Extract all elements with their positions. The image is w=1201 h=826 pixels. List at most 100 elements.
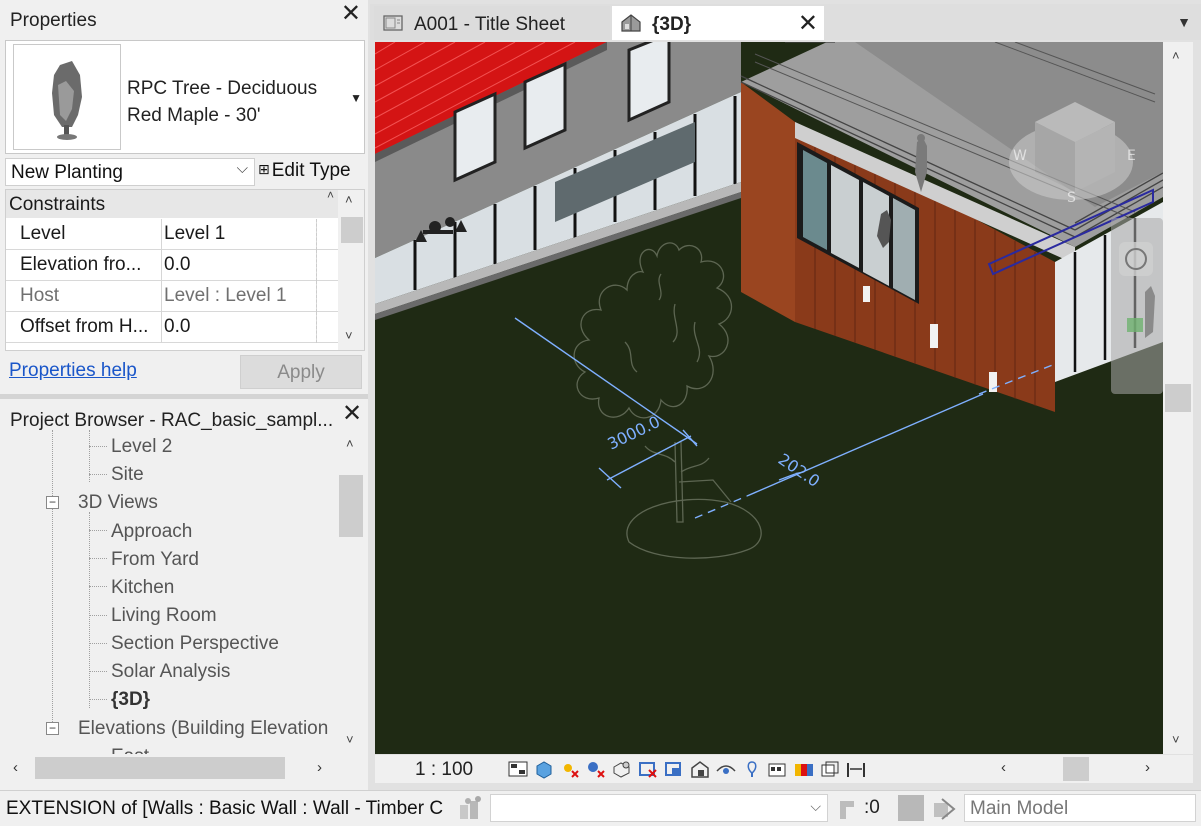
model-scene: W E S 3000.0 202.0 <box>375 42 1163 754</box>
scroll-thumb[interactable] <box>1063 757 1089 781</box>
analytical-model-icon[interactable] <box>819 759 841 779</box>
grid-separator <box>161 312 162 343</box>
apply-button[interactable]: Apply <box>240 355 362 389</box>
active-design-option[interactable]: Main Model <box>964 794 1196 822</box>
scroll-thumb[interactable] <box>35 757 285 779</box>
temporary-hide-icon[interactable] <box>715 759 737 779</box>
collapse-icon[interactable]: ˄ <box>327 190 334 202</box>
temporary-properties-icon[interactable] <box>767 759 789 779</box>
edit-type-button[interactable]: ⊞ Edit Type <box>258 160 351 182</box>
property-value[interactable]: 0.0 <box>164 254 190 284</box>
tab-title-sheet[interactable]: A001 - Title Sheet <box>374 6 610 40</box>
tab-overflow-icon[interactable]: ▼ <box>1177 14 1191 30</box>
revit-window: Properties ✕ RPC Tree - Deciduous Red Ma… <box>0 0 1201 826</box>
instance-filter-select[interactable]: New Planting ⌵ <box>5 158 255 186</box>
chevron-down-icon: ⌵ <box>236 160 248 177</box>
property-label: Host <box>20 285 60 306</box>
property-label: Offset from H... <box>20 316 149 337</box>
scroll-down-icon[interactable]: ˅ <box>345 328 353 343</box>
type-name: RPC Tree - Deciduous Red Maple - 30' <box>127 75 317 129</box>
tab-close-icon[interactable]: ✕ <box>798 9 818 38</box>
detail-level-icon[interactable] <box>507 759 529 779</box>
scroll-right-icon[interactable]: › <box>317 759 322 776</box>
exclude-options-icon[interactable] <box>930 795 958 823</box>
type-name-line1: RPC Tree - Deciduous <box>127 78 318 99</box>
tree-item-section-perspective[interactable]: Section Perspective <box>111 633 279 655</box>
sun-path-icon[interactable] <box>559 759 581 779</box>
properties-title: Properties <box>10 10 97 31</box>
scroll-thumb[interactable] <box>1165 384 1191 412</box>
group-constraints[interactable]: Constraints ˄ <box>6 190 338 218</box>
tree-item-kitchen[interactable]: Kitchen <box>111 577 174 599</box>
tree-guide <box>89 586 107 587</box>
chevron-down-icon: ⌵ <box>810 798 821 814</box>
tab-label: {3D} <box>652 14 692 35</box>
tree-item-elevations[interactable]: Elevations (Building Elevation <box>78 718 328 740</box>
scroll-up-icon[interactable]: ˄ <box>345 192 353 207</box>
tree-item-3d-current[interactable]: {3D} <box>111 689 150 711</box>
property-value[interactable]: 0.0 <box>164 316 190 346</box>
view-vscrollbar[interactable]: ˄ ˅ <box>1163 42 1193 754</box>
type-selector[interactable]: RPC Tree - Deciduous Red Maple - 30' ▼ <box>5 40 365 154</box>
scroll-thumb[interactable] <box>339 475 363 537</box>
workset-select[interactable]: ⌵ <box>490 794 828 822</box>
tab-3d[interactable]: {3D} ✕ <box>612 6 824 40</box>
tree-item-living-room[interactable]: Living Room <box>111 605 217 627</box>
type-name-line2: Red Maple - 30' <box>127 105 261 126</box>
editing-requests-icon[interactable] <box>836 797 862 823</box>
browser-hscrollbar[interactable]: ‹ › <box>5 755 337 782</box>
tree-item-site[interactable]: Site <box>111 464 144 486</box>
tree-guide <box>89 615 107 616</box>
grid-separator <box>161 250 162 281</box>
tree-guide <box>89 512 90 708</box>
scroll-down-icon[interactable]: ˅ <box>346 732 354 747</box>
scroll-right-icon[interactable]: › <box>1145 759 1150 776</box>
svg-text:E: E <box>1127 148 1136 164</box>
filter-count[interactable]: :0 <box>864 797 880 819</box>
property-value[interactable]: Level 1 <box>164 223 225 253</box>
tree-item-from-yard[interactable]: From Yard <box>111 549 199 571</box>
project-browser-tree: Level 2 Site − 3D Views Approach From Ya… <box>5 430 338 754</box>
lock-3d-icon[interactable] <box>689 759 711 779</box>
scroll-thumb[interactable] <box>341 217 363 243</box>
show-crop-icon[interactable] <box>663 759 685 779</box>
scroll-up-icon[interactable]: ˄ <box>1172 48 1180 63</box>
scroll-down-icon[interactable]: ˅ <box>1172 732 1180 747</box>
tree-item-3d-views[interactable]: 3D Views <box>78 492 158 514</box>
tree-guide <box>89 558 107 559</box>
scroll-up-icon[interactable]: ˄ <box>346 436 354 451</box>
render-dialog-icon[interactable] <box>611 759 633 779</box>
reveal-hidden-icon[interactable] <box>741 759 763 779</box>
properties-grid: Constraints ˄ Level Level 1 Elevation fr… <box>5 189 365 351</box>
visual-style-icon[interactable] <box>533 759 555 779</box>
tree-item-approach[interactable]: Approach <box>111 521 192 543</box>
shadows-icon[interactable] <box>585 759 607 779</box>
crop-view-icon[interactable] <box>637 759 659 779</box>
highlight-displacement-icon[interactable] <box>845 759 867 779</box>
left-dock: Properties ✕ RPC Tree - Deciduous Red Ma… <box>0 0 368 790</box>
tree-item-solar-analysis[interactable]: Solar Analysis <box>111 661 230 683</box>
worksharing-display-icon[interactable] <box>793 759 815 779</box>
collapse-elevations-icon[interactable]: − <box>46 722 59 735</box>
property-label: Level <box>20 223 66 244</box>
edit-type-label: Edit Type <box>271 160 351 181</box>
worksets-icon[interactable] <box>456 795 486 823</box>
property-row[interactable]: Offset from H... 0.0 <box>6 312 338 343</box>
tree-item-level-2[interactable]: Level 2 <box>111 436 172 458</box>
view-scale[interactable]: 1 : 100 <box>415 759 473 781</box>
panel-divider[interactable] <box>0 394 368 399</box>
property-row[interactable]: Level Level 1 <box>6 219 338 250</box>
3d-viewport[interactable]: W E S 3000.0 202.0 <box>375 42 1163 754</box>
property-label: Elevation fro... <box>20 254 142 275</box>
properties-scrollbar[interactable]: ˄ ˅ <box>338 190 364 350</box>
properties-close-icon[interactable]: ✕ <box>341 2 361 26</box>
type-dropdown-icon[interactable]: ▼ <box>350 91 362 105</box>
property-row[interactable]: Elevation fro... 0.0 <box>6 250 338 281</box>
scroll-left-icon[interactable]: ‹ <box>1001 759 1006 776</box>
scroll-left-icon[interactable]: ‹ <box>13 759 18 776</box>
browser-vscrollbar[interactable]: ˄ ˅ <box>337 430 365 754</box>
properties-help-link[interactable]: Properties help <box>9 360 137 382</box>
design-options-icon[interactable] <box>898 795 924 821</box>
collapse-3d-views-icon[interactable]: − <box>46 496 59 509</box>
tree-item-east[interactable]: East <box>111 746 149 754</box>
